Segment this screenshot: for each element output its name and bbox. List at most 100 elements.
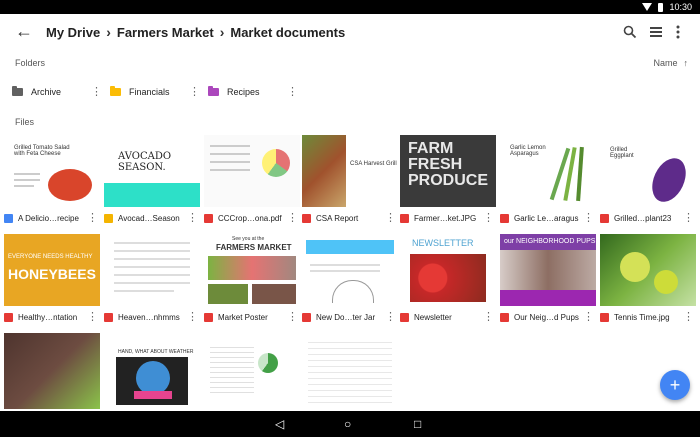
chevron-right-icon: ›: [106, 24, 111, 40]
folder-icon: [110, 86, 121, 96]
chevron-right-icon: ›: [219, 24, 225, 40]
folder-name: Financials: [129, 87, 170, 97]
pdf-icon: [302, 312, 311, 322]
back-arrow-icon[interactable]: ←: [14, 22, 34, 42]
pdf-icon: [302, 213, 311, 223]
folder-name: Archive: [31, 87, 62, 97]
more-vert-icon[interactable]: ⋮: [87, 312, 98, 323]
file-name: Market Poster: [218, 312, 268, 322]
folder-icon: [12, 86, 23, 96]
file-card[interactable]: [204, 333, 300, 409]
image-icon: [400, 213, 409, 223]
sort-label: Name: [653, 58, 678, 68]
battery-icon: [658, 2, 664, 12]
file-card[interactable]: Garlic Lemon Asparagus Garlic Le…aragus ⋮: [500, 135, 596, 229]
add-button[interactable]: +: [660, 370, 690, 400]
file-name: CCCrop…ona.pdf: [218, 213, 282, 223]
file-thumbnail: Grilled Eggplant: [600, 135, 696, 207]
file-name: New Do…ter Jar: [316, 312, 376, 322]
file-card[interactable]: New Do…ter Jar ⋮: [302, 234, 398, 328]
folder-icon: [208, 86, 219, 96]
nav-home-icon[interactable]: ○: [344, 417, 351, 431]
folders-header: Folders: [15, 58, 46, 68]
files-header: Files: [15, 117, 35, 127]
more-vert-icon[interactable]: ⋮: [583, 213, 594, 224]
file-name: Avocad…Season: [118, 213, 180, 223]
list-view-icon[interactable]: [646, 22, 666, 42]
pdf-icon: [500, 312, 509, 322]
file-card[interactable]: [302, 333, 398, 409]
file-name: Healthy…ntation: [18, 312, 78, 322]
more-vert-icon[interactable]: ⋮: [187, 213, 198, 224]
file-name: CSA Report: [316, 213, 359, 223]
pdf-icon: [400, 312, 409, 322]
file-thumbnail: NEWSLETTER: [400, 234, 496, 306]
file-card[interactable]: See you at the FARMERS MARKET Market Pos…: [204, 234, 300, 328]
file-thumbnail: [600, 234, 696, 306]
more-vert-icon[interactable]: ⋮: [287, 213, 298, 224]
more-vert-icon[interactable]: ⋮: [385, 213, 396, 224]
file-card[interactable]: FARM FRESH PRODUCE Farmer…ket.JPG ⋮: [400, 135, 496, 229]
slides-icon: [104, 213, 113, 223]
file-name: Newsletter: [414, 312, 452, 322]
file-card[interactable]: [4, 333, 100, 409]
file-thumbnail: Garlic Lemon Asparagus: [500, 135, 596, 207]
more-vert-icon[interactable]: ⋮: [483, 213, 494, 224]
file-thumbnail: See you at the FARMERS MARKET: [204, 234, 300, 306]
file-name: Grilled…plant23: [614, 213, 672, 223]
sort-control[interactable]: Name ↑: [653, 58, 688, 68]
more-vert-icon[interactable]: ⋮: [683, 312, 694, 323]
app-bar: ← My Drive › Farmers Market › Market doc…: [0, 14, 700, 50]
sort-arrow-icon: ↑: [683, 58, 689, 68]
file-thumbnail: [204, 333, 300, 409]
file-thumbnail: [4, 333, 100, 409]
file-card[interactable]: Heaven…nhmms ⋮: [104, 234, 200, 328]
file-card[interactable]: CCCrop…ona.pdf ⋮: [204, 135, 300, 229]
file-name: Our Neig…d Pups: [514, 312, 579, 322]
folder-financials[interactable]: Financials ⋮: [110, 83, 202, 101]
folder-recipes[interactable]: Recipes ⋮: [208, 83, 300, 101]
doc-icon: [4, 213, 13, 223]
more-vert-icon[interactable]: ⋮: [187, 312, 198, 323]
more-vert-icon[interactable]: ⋮: [91, 87, 102, 98]
file-thumbnail: EVERYONE NEEDS HEALTHY HONEYBEES: [4, 234, 100, 306]
image-icon: [600, 312, 609, 322]
breadcrumb: My Drive › Farmers Market › Market docum…: [46, 24, 345, 40]
more-vert-icon[interactable]: ⋮: [287, 312, 298, 323]
file-thumbnail: HAND, WHAT ABOUT WEATHER: [104, 333, 200, 409]
more-vert-icon[interactable]: ⋮: [189, 87, 200, 98]
file-card[interactable]: AVOCADO SEASON. Avocad…Season ⋮: [104, 135, 200, 229]
pdf-icon: [600, 213, 609, 223]
more-vert-icon[interactable]: ⋮: [385, 312, 396, 323]
file-name: A Delicio…recipe: [18, 213, 79, 223]
more-vert-icon[interactable]: ⋮: [583, 312, 594, 323]
more-vert-icon[interactable]: ⋮: [483, 312, 494, 323]
folder-name: Recipes: [227, 87, 260, 97]
file-thumbnail: [302, 234, 398, 306]
file-card[interactable]: our NEIGHBORHOOD PUPS Our Neig…d Pups ⋮: [500, 234, 596, 328]
more-vert-icon[interactable]: [668, 22, 688, 42]
pdf-icon: [4, 312, 13, 322]
file-name: Tennis Time.jpg: [614, 312, 670, 322]
file-card[interactable]: Grilled Tomato Salad with Feta Cheese A …: [4, 135, 100, 229]
breadcrumb-my-drive[interactable]: My Drive: [46, 25, 100, 40]
pdf-icon: [204, 312, 213, 322]
file-thumbnail: FARM FRESH PRODUCE: [400, 135, 496, 207]
file-card[interactable]: NEWSLETTER Newsletter ⋮: [400, 234, 496, 328]
file-card[interactable]: Tennis Time.jpg ⋮: [600, 234, 696, 328]
file-card[interactable]: HAND, WHAT ABOUT WEATHER: [104, 333, 200, 409]
search-icon[interactable]: [620, 22, 640, 42]
more-vert-icon[interactable]: ⋮: [287, 87, 298, 98]
more-vert-icon[interactable]: ⋮: [683, 213, 694, 224]
file-card[interactable]: EVERYONE NEEDS HEALTHY HONEYBEES Healthy…: [4, 234, 100, 328]
nav-recents-icon[interactable]: □: [414, 417, 421, 431]
file-card[interactable]: Grilled Eggplant Grilled…plant23 ⋮: [600, 135, 696, 229]
file-card[interactable]: CSA Harvest Grill CSA Report ⋮: [302, 135, 398, 229]
folder-archive[interactable]: Archive ⋮: [12, 83, 104, 101]
clock: 10:30: [669, 2, 692, 12]
file-thumbnail: CSA Harvest Grill: [302, 135, 398, 207]
file-thumbnail: [104, 234, 200, 306]
more-vert-icon[interactable]: ⋮: [87, 213, 98, 224]
nav-back-icon[interactable]: ◁: [275, 417, 284, 431]
breadcrumb-farmers-market[interactable]: Farmers Market: [117, 25, 214, 40]
